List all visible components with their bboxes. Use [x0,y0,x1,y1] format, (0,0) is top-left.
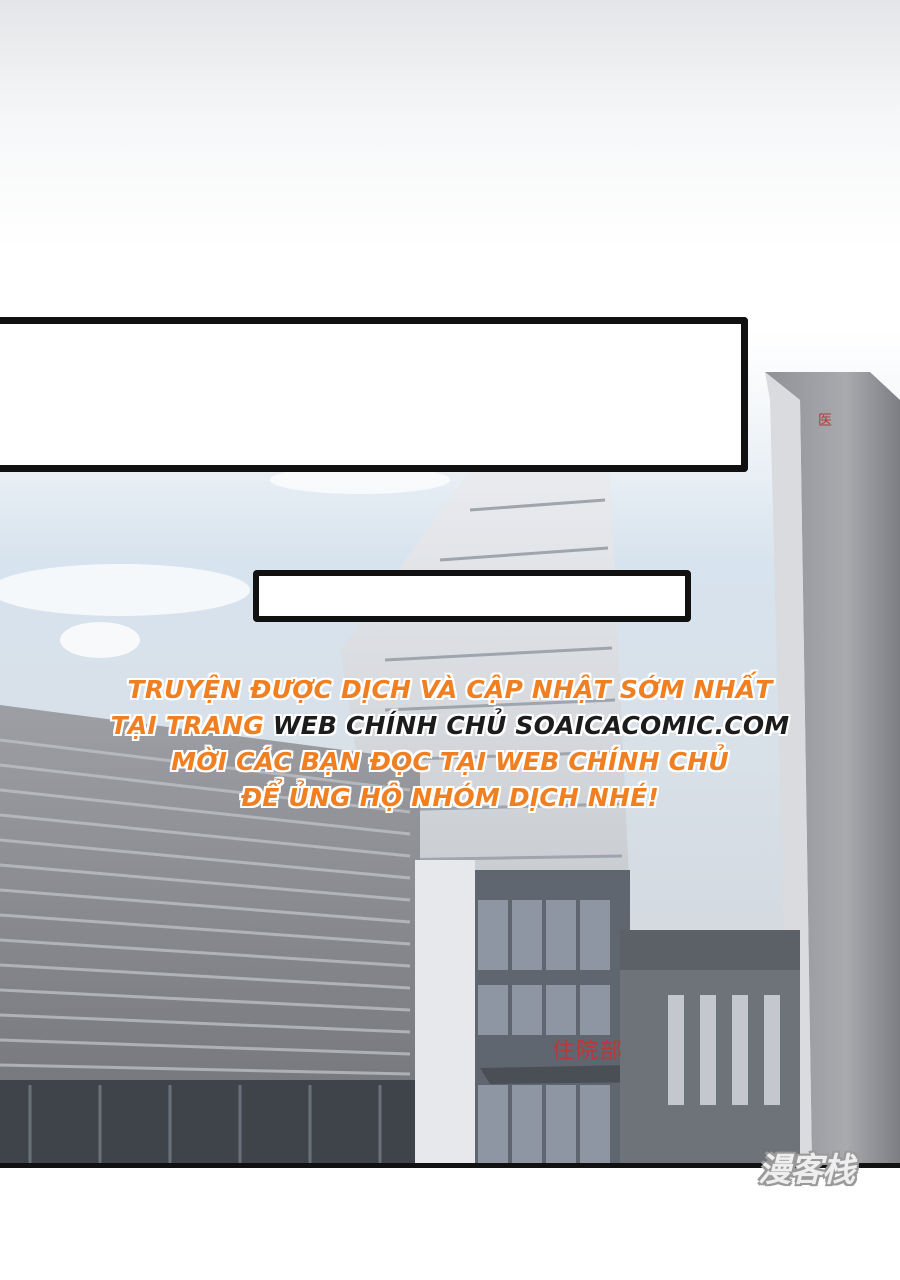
building-sign: 住院部 [552,1039,625,1064]
notice-line-4: ĐỂ ỦNG HỘ NHÓM DỊCH NHÉ! [240,783,660,812]
speech-box-empty [0,317,748,472]
watermark-logo: 漫客栈 [758,1150,855,1189]
translator-notice: TRUYỆN ĐƯỢC DỊCH VÀ CẬP NHẬT SỚM NHẤT TẠ… [100,672,800,816]
caption-box-empty [253,570,691,622]
svg-text:医: 医 [818,413,832,429]
notice-line-2-prefix: TẠI TRANG [110,711,273,740]
notice-line-2: TẠI TRANG WEB CHÍNH CHỦ SOAICACOMIC.COM [100,708,800,744]
comic-panel: 医 住院部 TRUYỆN ĐƯỢC DỊCH VÀ CẬP NHẬT SỚM N… [0,0,900,1165]
notice-line-3: MỜI CÁC BẠN ĐỌC TẠI WEB CHÍNH CHỦ [171,747,729,776]
notice-site-name: WEB CHÍNH CHỦ SOAICACOMIC.COM [272,711,790,740]
notice-line-1: TRUYỆN ĐƯỢC DỊCH VÀ CẬP NHẬT SỚM NHẤT [127,675,773,704]
